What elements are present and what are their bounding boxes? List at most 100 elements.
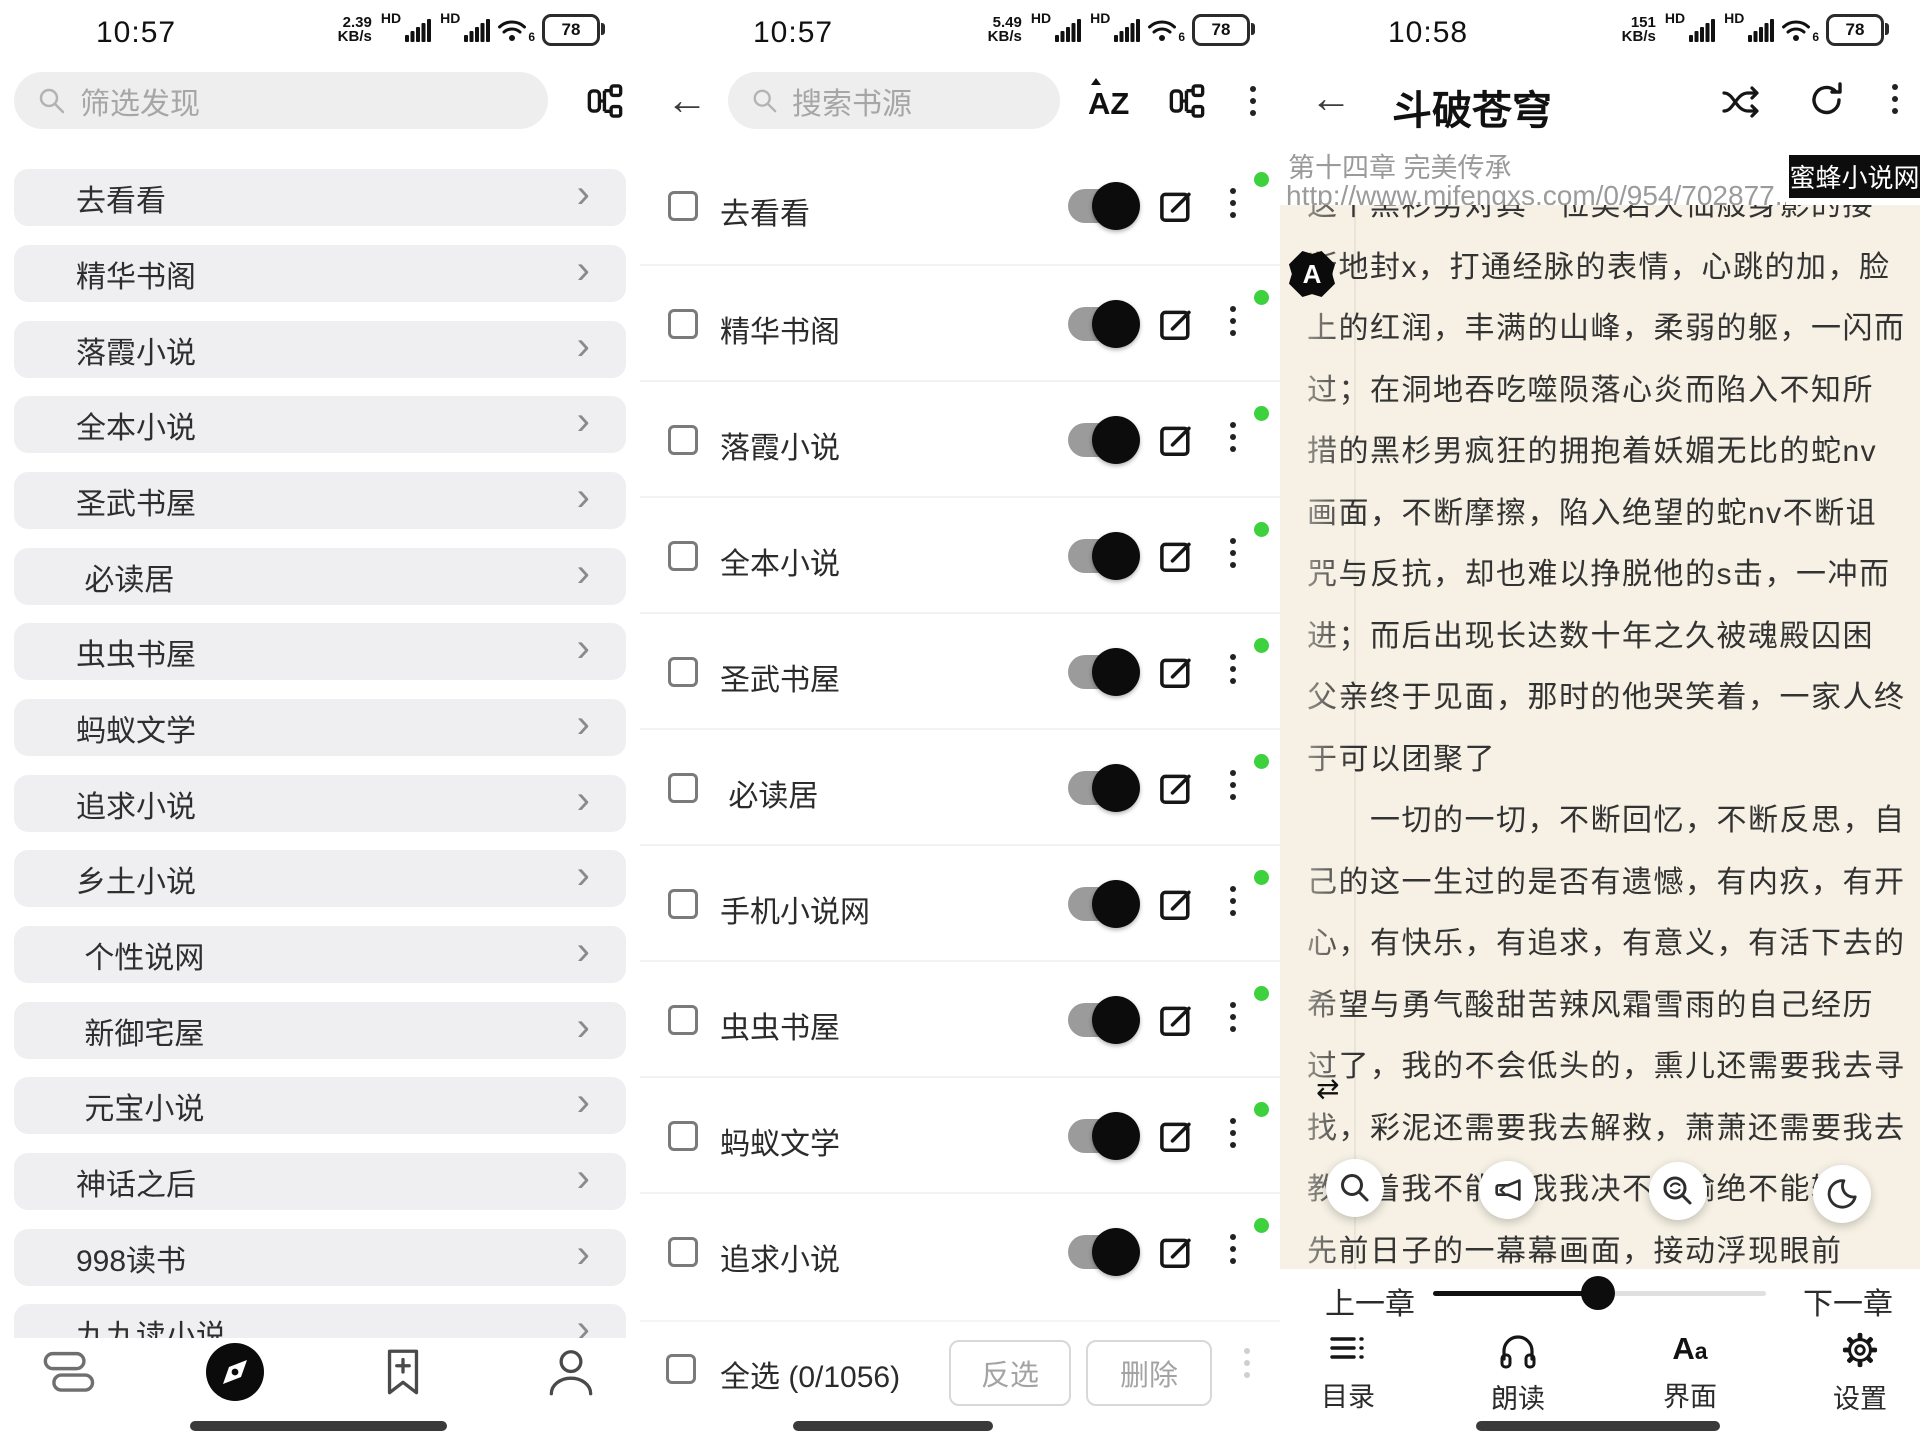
enable-toggle[interactable] xyxy=(1068,887,1136,921)
list-item[interactable]: 新御宅屋› xyxy=(14,1002,626,1059)
enable-toggle[interactable] xyxy=(1068,1003,1136,1037)
edit-icon[interactable] xyxy=(1156,767,1196,812)
nav-settings[interactable]: 设置 xyxy=(1800,1331,1920,1416)
list-item[interactable]: 蚂蚁文学› xyxy=(14,699,626,756)
back-icon[interactable]: ← xyxy=(1310,74,1352,122)
enable-toggle[interactable] xyxy=(1068,1119,1136,1153)
row-more-icon[interactable] xyxy=(1230,1118,1236,1148)
row-checkbox[interactable] xyxy=(668,773,698,803)
source-row[interactable]: 蚂蚁文学 xyxy=(640,1076,1280,1194)
row-checkbox[interactable] xyxy=(668,657,698,687)
source-row[interactable]: 必读居 xyxy=(640,728,1280,846)
list-item[interactable]: 全本小说› xyxy=(14,396,626,453)
row-checkbox[interactable] xyxy=(668,1005,698,1035)
list-item[interactable]: 元宝小说› xyxy=(14,1077,626,1134)
back-icon[interactable]: ← xyxy=(666,76,708,124)
enable-toggle[interactable] xyxy=(1068,771,1136,805)
row-more-icon[interactable] xyxy=(1230,770,1236,800)
enable-toggle[interactable] xyxy=(1068,189,1136,223)
enable-toggle[interactable] xyxy=(1068,307,1136,341)
select-all-label[interactable]: 全选 (0/1056) xyxy=(720,1352,900,1396)
invert-selection-button[interactable]: 反选 xyxy=(949,1340,1071,1406)
edit-icon[interactable] xyxy=(1156,999,1196,1044)
chapter-slider-track[interactable] xyxy=(1433,1291,1766,1296)
chapter-slider-thumb[interactable] xyxy=(1581,1276,1615,1310)
row-more-icon[interactable] xyxy=(1230,886,1236,916)
list-item[interactable]: 去看看› xyxy=(14,169,626,226)
read-aloud-button[interactable] xyxy=(1479,1161,1537,1219)
next-chapter-button[interactable]: 下一章 xyxy=(1803,1279,1893,1323)
enable-toggle[interactable] xyxy=(1068,655,1136,689)
list-item[interactable]: 神话之后› xyxy=(14,1153,626,1210)
search-input[interactable]: 搜索书源 xyxy=(728,72,1060,129)
swap-position-icon[interactable]: ⇄ xyxy=(1316,1072,1339,1105)
row-more-icon[interactable] xyxy=(1230,422,1236,452)
nav-read-aloud[interactable]: 朗读 xyxy=(1458,1331,1578,1416)
list-item[interactable]: 追求小说› xyxy=(14,775,626,832)
prev-chapter-button[interactable]: 上一章 xyxy=(1325,1279,1415,1323)
enable-toggle[interactable] xyxy=(1068,539,1136,573)
delete-button[interactable]: 删除 xyxy=(1086,1340,1212,1406)
list-item[interactable]: 乡土小说› xyxy=(14,850,626,907)
group-flow-icon[interactable] xyxy=(1168,82,1206,125)
source-row[interactable]: 虫虫书屋 xyxy=(640,960,1280,1078)
profile-icon[interactable] xyxy=(542,1344,600,1407)
row-checkbox[interactable] xyxy=(668,425,698,455)
edit-icon[interactable] xyxy=(1156,883,1196,928)
source-site-badge[interactable]: 蜜蜂小说网 xyxy=(1789,155,1920,198)
source-row[interactable]: 精华书阁 xyxy=(640,264,1280,382)
source-row[interactable]: 落霞小说 xyxy=(640,380,1280,498)
list-item[interactable]: 个性说网› xyxy=(14,926,626,983)
bookmark-add-icon[interactable] xyxy=(374,1344,432,1407)
reading-page[interactable]: 这个黑衫男对其一位美若天仙般身影的接 断地封x，打通经脉的表情，心跳的加，脸 上… xyxy=(1280,205,1920,1269)
list-item[interactable]: 精华书阁› xyxy=(14,245,626,302)
row-more-icon[interactable] xyxy=(1230,1002,1236,1032)
list-item[interactable]: 虫虫书屋› xyxy=(14,623,626,680)
edit-icon[interactable] xyxy=(1156,303,1196,348)
list-item[interactable]: 998读书› xyxy=(14,1229,626,1286)
more-menu-icon[interactable] xyxy=(1250,86,1256,116)
search-replace-button[interactable] xyxy=(1649,1162,1707,1220)
source-row[interactable]: 去看看 xyxy=(640,148,1280,264)
source-row[interactable]: 追求小说 xyxy=(640,1192,1280,1310)
list-item[interactable]: 落霞小说› xyxy=(14,321,626,378)
explore-compass-icon[interactable] xyxy=(203,1340,267,1409)
nav-toc[interactable]: 目录 xyxy=(1288,1331,1408,1414)
bookshelf-icon[interactable] xyxy=(40,1346,100,1407)
change-source-shuffle-icon[interactable] xyxy=(1720,84,1762,125)
row-more-icon[interactable] xyxy=(1230,188,1236,218)
list-item[interactable]: 必读居› xyxy=(14,548,626,605)
night-mode-button[interactable] xyxy=(1813,1165,1871,1223)
more-menu-icon[interactable] xyxy=(1892,84,1898,114)
enable-toggle[interactable] xyxy=(1068,1235,1136,1269)
select-all-checkbox[interactable] xyxy=(666,1354,696,1384)
row-checkbox[interactable] xyxy=(668,889,698,919)
footer-more-icon[interactable] xyxy=(1244,1348,1250,1378)
edit-icon[interactable] xyxy=(1156,185,1196,230)
row-more-icon[interactable] xyxy=(1230,306,1236,336)
enable-toggle[interactable] xyxy=(1068,423,1136,457)
edit-icon[interactable] xyxy=(1156,1115,1196,1160)
row-more-icon[interactable] xyxy=(1230,654,1236,684)
row-checkbox[interactable] xyxy=(668,309,698,339)
list-item[interactable]: 圣武书屋› xyxy=(14,472,626,529)
row-checkbox[interactable] xyxy=(668,541,698,571)
row-more-icon[interactable] xyxy=(1230,538,1236,568)
edit-icon[interactable] xyxy=(1156,651,1196,696)
edit-icon[interactable] xyxy=(1156,535,1196,580)
search-input[interactable]: 筛选发现 xyxy=(14,72,548,129)
source-flow-icon[interactable] xyxy=(586,82,624,125)
edit-icon[interactable] xyxy=(1156,419,1196,464)
row-checkbox[interactable] xyxy=(668,1237,698,1267)
row-checkbox[interactable] xyxy=(668,1121,698,1151)
nav-appearance[interactable]: Aa 界面 xyxy=(1630,1331,1750,1414)
refresh-icon[interactable] xyxy=(1807,80,1847,125)
source-row[interactable]: 圣武书屋 xyxy=(640,612,1280,730)
row-more-icon[interactable] xyxy=(1230,1234,1236,1264)
list-item[interactable]: 九九读小说› xyxy=(14,1304,626,1338)
source-row[interactable]: 手机小说网 xyxy=(640,844,1280,962)
row-checkbox[interactable] xyxy=(668,191,698,221)
edit-icon[interactable] xyxy=(1156,1231,1196,1276)
source-row[interactable]: 全本小说 xyxy=(640,496,1280,614)
search-content-button[interactable] xyxy=(1326,1159,1384,1217)
